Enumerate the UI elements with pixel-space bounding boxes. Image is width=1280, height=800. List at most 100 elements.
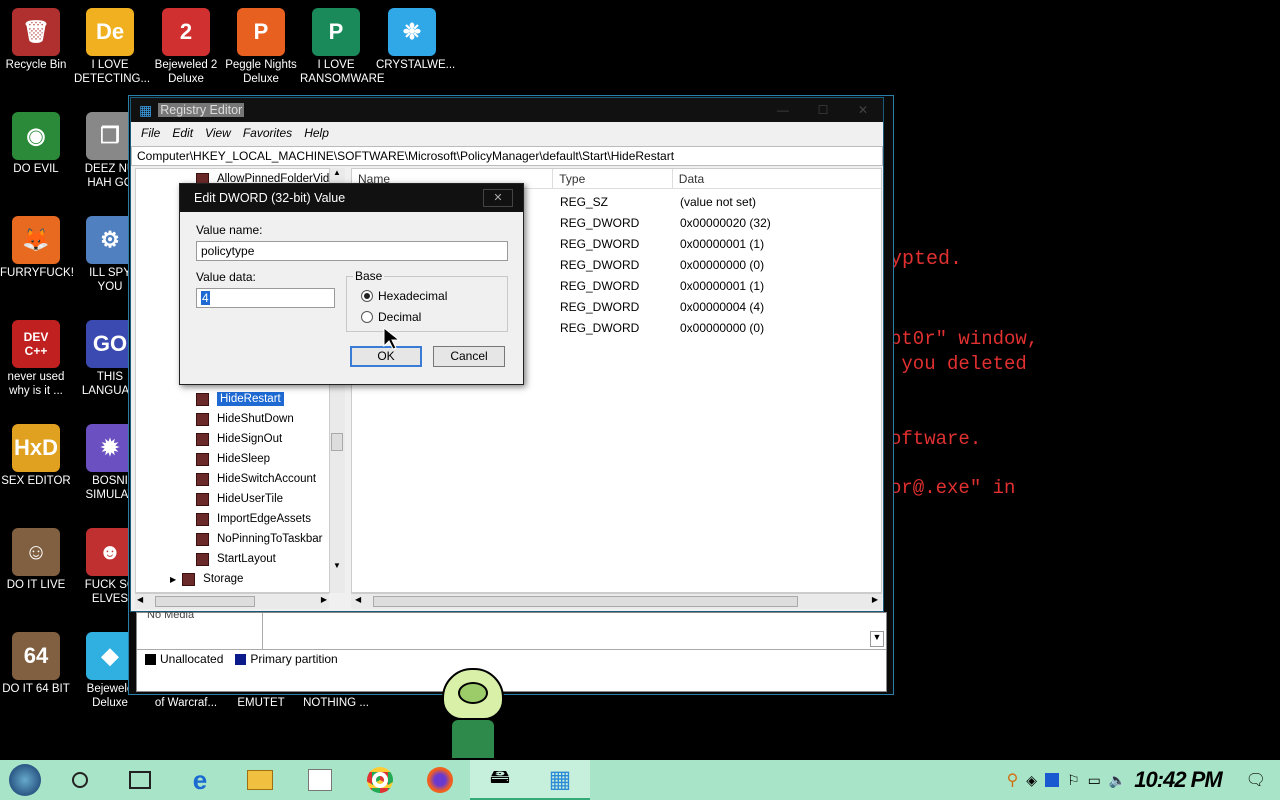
hexadecimal-radio[interactable]: Hexadecimal: [361, 289, 447, 303]
value-name-label: Value name:: [196, 223, 263, 237]
display-icon[interactable]: ▭: [1088, 772, 1101, 789]
desktop-icon[interactable]: P I LOVE RANSOMWARE: [300, 8, 385, 86]
tree-item[interactable]: HideSleep: [196, 449, 270, 469]
taskbar-chrome[interactable]: [350, 760, 410, 800]
row-type: REG_SZ: [560, 194, 609, 209]
app-icon: ✹: [86, 424, 134, 472]
taskbar-edge[interactable]: e: [170, 760, 230, 800]
menu-file[interactable]: File: [135, 126, 166, 140]
ransom-text-line: you deleted: [890, 353, 1027, 375]
scroll-left-arrow[interactable]: ◀: [137, 595, 143, 604]
task-view-button[interactable]: [110, 760, 170, 800]
edit-dword-dialog: Edit DWORD (32-bit) Value ✕ Value name: …: [179, 183, 524, 385]
tree-item[interactable]: HideShutDown: [196, 409, 294, 429]
desktop-icon-label[interactable]: EMUTET: [225, 696, 297, 710]
taskbar-store[interactable]: [290, 760, 350, 800]
chrome-icon: [367, 767, 393, 793]
regedit-icon: ▦: [548, 765, 572, 793]
desktop-icon-label: FURRYFUCK!: [0, 267, 74, 279]
notifications-icon[interactable]: 🗨: [1246, 770, 1266, 790]
desktop-icon[interactable]: 2 Bejeweled 2 Deluxe: [150, 8, 222, 86]
menu-edit[interactable]: Edit: [166, 126, 199, 140]
desktop-icon[interactable]: ☺ DO IT LIVE: [0, 528, 72, 592]
desktop-icon[interactable]: P Peggle Nights Deluxe: [225, 8, 297, 86]
taskbar-disk-management[interactable]: 🖴: [470, 760, 530, 800]
dialog-title-bar[interactable]: Edit DWORD (32-bit) Value ✕: [180, 184, 523, 212]
tree-item[interactable]: NoPinningToTaskbar: [196, 529, 322, 549]
decimal-radio[interactable]: Decimal: [361, 310, 421, 324]
start-button[interactable]: [0, 760, 50, 800]
desktop-icon-label[interactable]: NOTHING ...: [300, 696, 372, 710]
menu-favorites[interactable]: Favorites: [237, 126, 298, 140]
value-data-field[interactable]: 4: [196, 288, 335, 308]
tree-horizontal-scrollbar[interactable]: ◀ ▶: [135, 593, 329, 609]
address-bar[interactable]: Computer\HKEY_LOCAL_MACHINE\SOFTWARE\Mic…: [131, 146, 883, 166]
app-icon: ☺: [12, 528, 60, 576]
title-bar[interactable]: ▦ Registry Editor — ☐ ✕: [131, 98, 883, 122]
scroll-up-arrow[interactable]: ▲: [330, 168, 344, 182]
column-data[interactable]: Data: [673, 169, 881, 188]
folder-icon: [196, 512, 209, 526]
taskbar-registry-editor[interactable]: ▦: [530, 760, 590, 800]
ransom-text-line: or@.exe" in: [890, 477, 1016, 499]
cancel-button[interactable]: Cancel: [433, 346, 505, 367]
search-button[interactable]: [50, 760, 110, 800]
scroll-thumb[interactable]: [331, 433, 343, 451]
folder-icon: [196, 552, 209, 566]
clock[interactable]: 10:42 PM: [1134, 767, 1222, 793]
desktop-icon[interactable]: HxD SEX EDITOR: [0, 424, 72, 488]
maximize-button[interactable]: ☐: [803, 103, 843, 117]
folder-icon: [196, 432, 209, 446]
value-name-field[interactable]: policytype: [196, 241, 508, 261]
scroll-right-arrow[interactable]: ▶: [872, 595, 878, 604]
cartoon-character-image: [436, 668, 510, 760]
scroll-thumb[interactable]: [155, 596, 255, 607]
desktop-icon[interactable]: DEV C++ never used why is it ...: [0, 320, 72, 398]
row-type: REG_DWORD: [560, 299, 640, 314]
tree-item-storage[interactable]: ▶ Storage: [170, 569, 243, 589]
close-button[interactable]: ✕: [843, 103, 883, 117]
expand-arrow-icon[interactable]: ▶: [170, 575, 176, 584]
scroll-right-arrow[interactable]: ▶: [321, 595, 327, 604]
desktop-icon[interactable]: 64 DO IT 64 BIT: [0, 632, 72, 696]
desktop-icon[interactable]: ◉ DO EVIL: [0, 112, 72, 176]
app-icon: 🗑: [12, 8, 60, 56]
tree-item[interactable]: HideSignOut: [196, 429, 282, 449]
scroll-left-arrow[interactable]: ◀: [355, 595, 361, 604]
menu-view[interactable]: View: [199, 126, 237, 140]
desktop-icon[interactable]: ❉ CRYSTALWE...: [376, 8, 455, 72]
row-type: REG_DWORD: [560, 278, 640, 293]
scroll-down-arrow[interactable]: ▼: [330, 561, 344, 575]
row-data: 0x00000000 (0): [680, 257, 765, 272]
minimize-button[interactable]: —: [763, 103, 803, 117]
scroll-down-arrow[interactable]: ▼: [870, 631, 884, 647]
magnifier-icon[interactable]: ⚲: [1007, 770, 1019, 790]
desktop-icon[interactable]: De I LOVE DETECTING...: [74, 8, 150, 86]
scroll-thumb[interactable]: [373, 596, 798, 607]
app-icon: ◆: [86, 632, 134, 680]
row-data: 0x00000001 (1): [680, 236, 765, 251]
defender-icon[interactable]: [1045, 773, 1060, 787]
flag-icon[interactable]: ⚐: [1067, 772, 1080, 789]
taskbar-firefox[interactable]: [410, 760, 470, 800]
ransom-text-line: oftware.: [890, 428, 982, 450]
tree-item-selected[interactable]: HideRestart: [196, 389, 284, 409]
network-icon[interactable]: ◈: [1026, 772, 1037, 789]
volume-icon[interactable]: 🔈: [1109, 772, 1126, 789]
row-type: REG_DWORD: [560, 257, 640, 272]
tree-item[interactable]: HideUserTile: [196, 489, 283, 509]
desktop-icon[interactable]: 🗑 Recycle Bin: [0, 8, 72, 72]
desktop-icon-label[interactable]: of Warcraf...: [150, 696, 222, 710]
value-data-text: 4: [201, 291, 210, 305]
column-type[interactable]: Type: [553, 169, 673, 188]
dialog-close-button[interactable]: ✕: [483, 189, 513, 207]
tree-item[interactable]: HideSwitchAccount: [196, 469, 316, 489]
desktop-icon[interactable]: 🦊 FURRYFUCK!: [0, 216, 74, 280]
taskbar: e 🖴 ▦ ⚲ ◈ ⚐ ▭ 🔈 10:42 PM 🗨: [0, 760, 1280, 800]
menu-help[interactable]: Help: [298, 126, 335, 140]
list-horizontal-scrollbar[interactable]: ◀ ▶: [351, 593, 882, 609]
tree-item[interactable]: StartLayout: [196, 549, 276, 569]
tree-item-label: HideSleep: [217, 453, 271, 465]
tree-item[interactable]: ImportEdgeAssets: [196, 509, 311, 529]
taskbar-file-explorer[interactable]: [230, 760, 290, 800]
